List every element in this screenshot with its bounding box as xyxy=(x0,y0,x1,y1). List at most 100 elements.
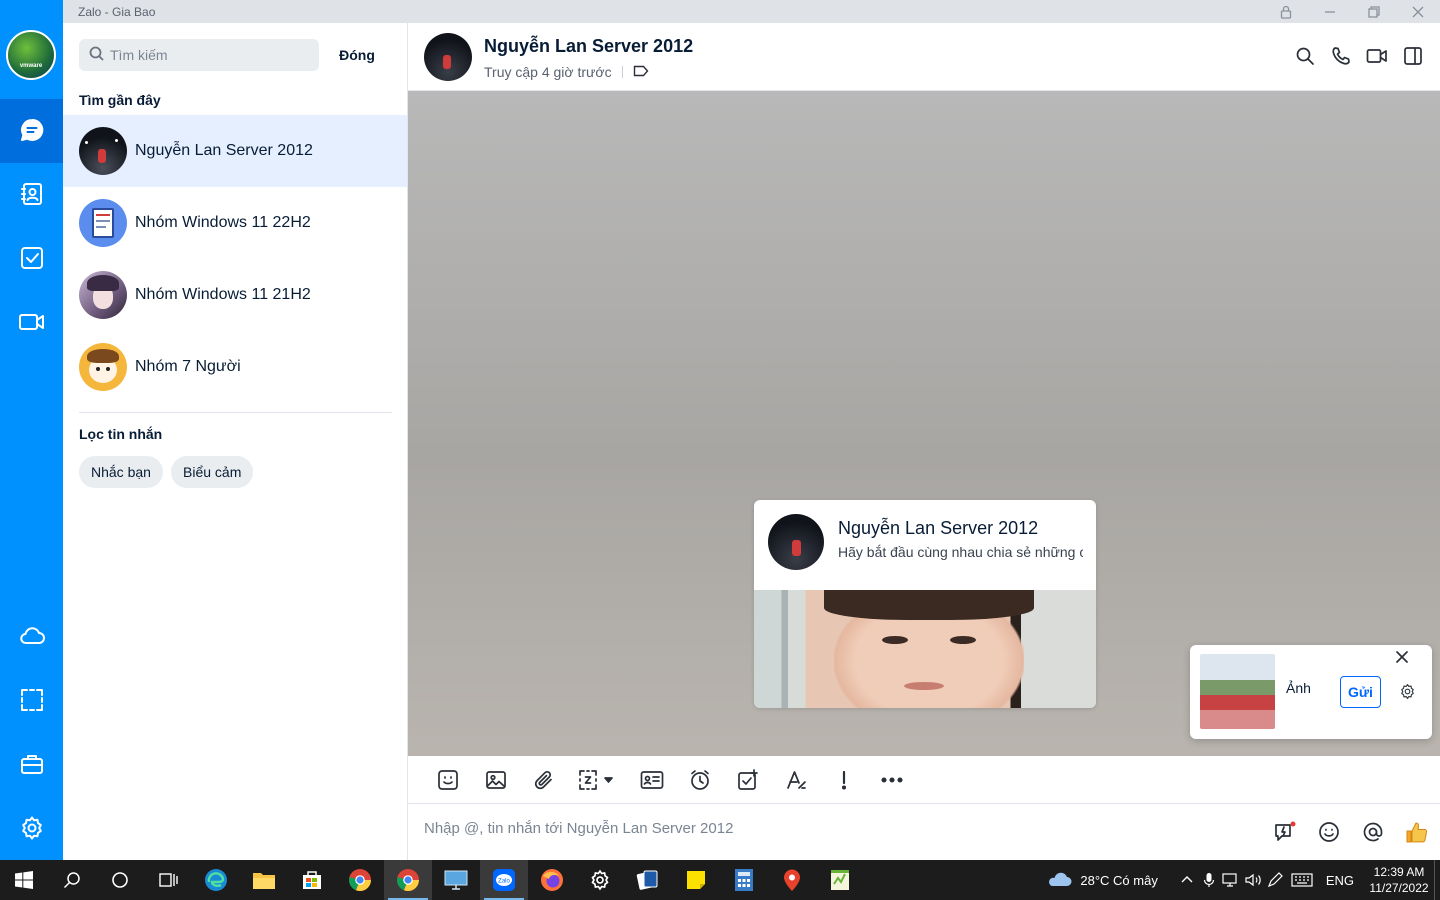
mention-icon[interactable] xyxy=(1360,819,1386,845)
tag-icon[interactable] xyxy=(633,64,649,80)
contact-card-icon[interactable] xyxy=(628,756,676,804)
nav-settings[interactable] xyxy=(0,797,63,861)
weather-widget[interactable]: 28°C Có mây xyxy=(1046,870,1158,891)
mark-urgent-icon[interactable] xyxy=(820,756,868,804)
system-tray: 28°C Có mây ENG 12:39 AM 11/27/2022 xyxy=(1046,860,1440,900)
nav-cloud[interactable] xyxy=(0,605,63,669)
user-avatar[interactable]: vmware xyxy=(6,30,56,80)
close-window-button[interactable] xyxy=(1396,0,1440,23)
microsoft-store-icon[interactable] xyxy=(288,860,336,900)
windows-start-icon[interactable] xyxy=(0,860,48,900)
recent-item-nguyen-lan[interactable]: Nguyễn Lan Server 2012 xyxy=(63,115,407,187)
gear-icon[interactable] xyxy=(1397,681,1417,701)
nav-toolbox[interactable] xyxy=(0,733,63,797)
search-box[interactable] xyxy=(79,39,319,71)
screenshot-icon[interactable] xyxy=(568,756,628,804)
system-clock[interactable]: 12:39 AM 11/27/2022 xyxy=(1364,864,1434,896)
composer-actions xyxy=(1272,819,1430,845)
microphone-icon[interactable] xyxy=(1198,860,1220,900)
separator xyxy=(621,66,623,78)
search-panel: Đóng Tìm gần đây Nguyễn Lan Server 2012 … xyxy=(63,23,408,860)
settings-gear-icon[interactable] xyxy=(576,860,624,900)
contact-intro-card[interactable]: Nguyễn Lan Server 2012 Hãy bắt đầu cùng … xyxy=(754,500,1096,708)
text-format-icon[interactable] xyxy=(772,756,820,804)
firefox-icon[interactable] xyxy=(528,860,576,900)
conversation-info-icon[interactable] xyxy=(1402,45,1424,67)
cloud-weather-icon xyxy=(1046,870,1072,891)
svg-text:Zalo: Zalo xyxy=(498,879,510,885)
solitaire-icon[interactable] xyxy=(624,860,672,900)
zalo-icon[interactable]: Zalo xyxy=(480,860,528,900)
restore-button[interactable] xyxy=(1352,0,1396,23)
reminder-clock-icon[interactable] xyxy=(676,756,724,804)
photo-mouth xyxy=(904,682,944,690)
recent-item-nhom-7-nguoi[interactable]: Nhóm 7 Người xyxy=(63,331,407,403)
close-icon[interactable] xyxy=(1392,647,1412,667)
message-input[interactable] xyxy=(424,820,1224,837)
nav-video-meeting[interactable] xyxy=(0,291,63,355)
volume-icon[interactable] xyxy=(1242,860,1264,900)
notepad-plus-icon[interactable] xyxy=(816,860,864,900)
calculator-icon[interactable] xyxy=(720,860,768,900)
phone-icon[interactable] xyxy=(1330,45,1352,67)
avatar xyxy=(79,199,127,247)
more-icon[interactable] xyxy=(868,756,916,804)
search-input[interactable] xyxy=(110,47,310,63)
filter-chip-reminder[interactable]: Nhắc bạn xyxy=(79,456,163,488)
chevron-up-icon[interactable] xyxy=(1176,860,1198,900)
nav-screenshot[interactable] xyxy=(0,669,63,733)
network-icon[interactable] xyxy=(1220,860,1242,900)
search-icon[interactable] xyxy=(48,860,96,900)
touch-keyboard-icon[interactable] xyxy=(1286,860,1318,900)
nav-contacts[interactable] xyxy=(0,163,63,227)
crop-frame-icon xyxy=(19,687,45,716)
lock-icon[interactable] xyxy=(1264,0,1308,23)
photo-eye xyxy=(950,636,976,644)
nav-todo[interactable] xyxy=(0,227,63,291)
chat-actions xyxy=(1294,45,1424,67)
show-desktop-button[interactable] xyxy=(1434,860,1440,900)
maps-pin-icon[interactable] xyxy=(768,860,816,900)
checkbox-icon xyxy=(19,245,45,274)
chat-avatar[interactable] xyxy=(424,33,472,81)
image-icon[interactable] xyxy=(472,756,520,804)
cortana-icon[interactable] xyxy=(96,860,144,900)
emoji-icon[interactable] xyxy=(1316,819,1342,845)
recent-item-windows-11-21h2[interactable]: Nhóm Windows 11 21H2 xyxy=(63,259,407,331)
send-photo-button[interactable]: Gửi xyxy=(1340,676,1381,708)
intro-avatar xyxy=(768,514,824,570)
cloud-icon xyxy=(18,623,46,652)
clock-date: 11/27/2022 xyxy=(1369,881,1429,895)
input-language[interactable]: ENG xyxy=(1326,873,1354,888)
recent-item-windows-11-22h2[interactable]: Nhóm Windows 11 22H2 xyxy=(63,187,407,259)
pen-workspace-icon[interactable] xyxy=(1264,860,1286,900)
chat-title[interactable]: Nguyễn Lan Server 2012 xyxy=(484,36,693,57)
photo-thumbnail[interactable] xyxy=(1200,654,1275,729)
video-call-icon[interactable] xyxy=(1366,45,1388,67)
quick-photo-popup: Ảnh Gửi xyxy=(1190,645,1432,739)
nav-messages[interactable] xyxy=(0,99,63,163)
search-messages-icon[interactable] xyxy=(1294,45,1316,67)
search-icon xyxy=(89,46,104,64)
file-explorer-icon[interactable] xyxy=(240,860,288,900)
minimize-button[interactable] xyxy=(1308,0,1352,23)
chrome-icon[interactable] xyxy=(336,860,384,900)
photo-label: Ảnh xyxy=(1286,680,1311,696)
attachment-icon[interactable] xyxy=(520,756,568,804)
quick-message-icon[interactable] xyxy=(1272,819,1298,845)
thumbs-up-icon[interactable] xyxy=(1404,819,1430,845)
last-seen-text: Truy cập 4 giờ trước xyxy=(484,64,612,80)
filter-chip-reaction[interactable]: Biểu cảm xyxy=(171,456,254,488)
avatar-logo-text: vmware xyxy=(19,63,43,69)
sticker-icon[interactable] xyxy=(424,756,472,804)
photo-eye xyxy=(882,636,908,644)
assign-task-icon[interactable] xyxy=(724,756,772,804)
conversation-name: Nguyễn Lan Server 2012 xyxy=(135,142,313,159)
task-view-icon[interactable] xyxy=(144,860,192,900)
chrome-profile-icon[interactable] xyxy=(384,860,432,900)
edge-icon[interactable] xyxy=(192,860,240,900)
close-search-button[interactable]: Đóng xyxy=(331,39,383,71)
remote-desktop-icon[interactable] xyxy=(432,860,480,900)
sticky-notes-icon[interactable] xyxy=(672,860,720,900)
weather-text: 28°C Có mây xyxy=(1080,872,1158,888)
